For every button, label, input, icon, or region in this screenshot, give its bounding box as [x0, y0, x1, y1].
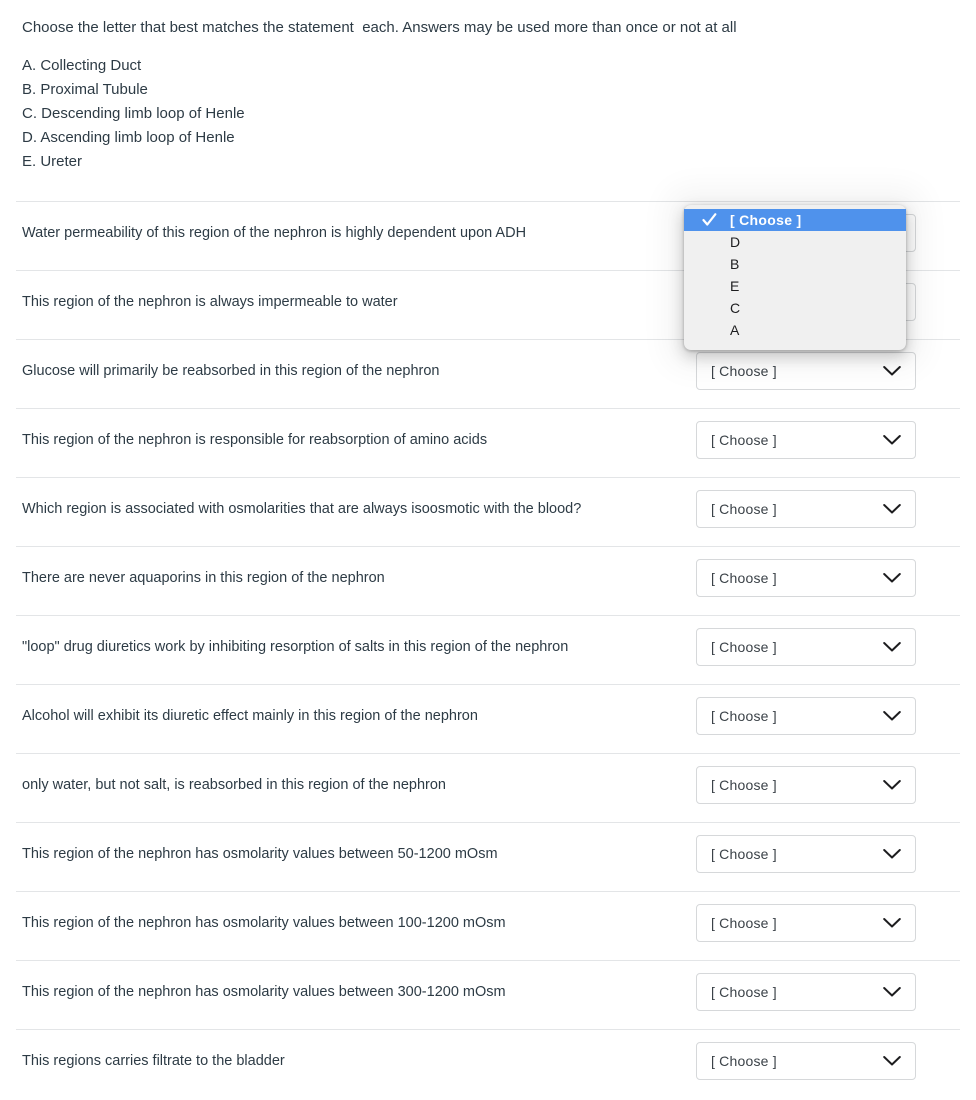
- answer-cell: [ Choose ]: [696, 685, 960, 735]
- answer-key-item-a: A. Collecting Duct: [22, 57, 142, 74]
- question-text: This region of the nephron is always imp…: [22, 294, 398, 310]
- answer-select-11[interactable]: [ Choose ]: [696, 904, 916, 942]
- dropdown-option-c[interactable]: C: [684, 297, 906, 319]
- answer-key-item-e: E. Ureter: [22, 153, 83, 170]
- dropdown-option-label: D: [730, 234, 741, 250]
- question-text: This region of the nephron has osmolarit…: [22, 915, 506, 931]
- question-text: "loop" drug diuretics work by inhibiting…: [22, 639, 569, 655]
- question-text: Water permeability of this region of the…: [22, 225, 527, 241]
- check-icon: [702, 213, 717, 228]
- question-text: This region of the nephron has osmolarit…: [22, 846, 498, 862]
- chevron-down-icon: [883, 987, 901, 998]
- chevron-down-icon: [883, 642, 901, 653]
- answer-cell: [ Choose ]: [696, 478, 960, 528]
- dropdown-option-d[interactable]: D: [684, 231, 906, 253]
- chevron-down-icon: [883, 504, 901, 515]
- answer-cell: [ Choose ]: [696, 616, 960, 666]
- dropdown-option-b[interactable]: B: [684, 253, 906, 275]
- answer-cell: [ Choose ]: [696, 754, 960, 804]
- answer-cell: [ Choose ]: [696, 409, 960, 459]
- answer-key-item-b: B. Proximal Tubule: [22, 81, 148, 98]
- dropdown-option-label: C: [730, 300, 741, 316]
- answer-select-9[interactable]: [ Choose ]: [696, 766, 916, 804]
- chevron-down-icon: [883, 366, 901, 377]
- chevron-down-icon: [883, 918, 901, 929]
- dropdown-option-a[interactable]: A: [684, 319, 906, 341]
- answer-select-3[interactable]: [ Choose ]: [696, 352, 916, 390]
- chevron-down-icon: [883, 711, 901, 722]
- chevron-down-icon: [883, 849, 901, 860]
- answer-select-13[interactable]: [ Choose ]: [696, 1042, 916, 1080]
- question-row: Alcohol will exhibit its diuretic effect…: [16, 684, 960, 753]
- answer-key-item-d: D. Ascending limb loop of Henle: [22, 129, 235, 146]
- chevron-down-icon: [883, 573, 901, 584]
- question-text: This regions carries filtrate to the bla…: [22, 1053, 285, 1069]
- dropdown-option-label: E: [730, 278, 740, 294]
- answer-select-4[interactable]: [ Choose ]: [696, 421, 916, 459]
- dropdown-option-label: [ Choose ]: [730, 212, 802, 228]
- dropdown-option-e[interactable]: E: [684, 275, 906, 297]
- answer-select-value: [ Choose ]: [711, 915, 777, 931]
- answer-select-value: [ Choose ]: [711, 984, 777, 1000]
- answer-select-value: [ Choose ]: [711, 639, 777, 655]
- answer-cell: [ Choose ]: [696, 1030, 960, 1080]
- chevron-down-icon: [883, 435, 901, 446]
- answer-select-value: [ Choose ]: [711, 501, 777, 517]
- question-text: Alcohol will exhibit its diuretic effect…: [22, 708, 478, 724]
- answer-cell: [ Choose ]: [696, 547, 960, 597]
- question-text: only water, but not salt, is reabsorbed …: [22, 777, 446, 793]
- answer-select-value: [ Choose ]: [711, 708, 777, 724]
- question-text: This region of the nephron has osmolarit…: [22, 984, 506, 1000]
- answer-cell: [ Choose ]: [696, 892, 960, 942]
- question-row: This region of the nephron has osmolarit…: [16, 960, 960, 1029]
- dropdown-option-label: A: [730, 322, 740, 338]
- question-row: This region of the nephron is responsibl…: [16, 408, 960, 477]
- question-row: This regions carries filtrate to the bla…: [16, 1029, 960, 1098]
- answer-key-item-c: C. Descending limb loop of Henle: [22, 105, 245, 122]
- answer-select-value: [ Choose ]: [711, 432, 777, 448]
- answer-select-value: [ Choose ]: [711, 777, 777, 793]
- answer-select-value: [ Choose ]: [711, 570, 777, 586]
- question-row: This region of the nephron has osmolarit…: [16, 822, 960, 891]
- question-row: There are never aquaporins in this regio…: [16, 546, 960, 615]
- answer-select-10[interactable]: [ Choose ]: [696, 835, 916, 873]
- question-text: Which region is associated with osmolari…: [22, 501, 582, 517]
- question-row: "loop" drug diuretics work by inhibiting…: [16, 615, 960, 684]
- answer-select-6[interactable]: [ Choose ]: [696, 559, 916, 597]
- question-text: Glucose will primarily be reabsorbed in …: [22, 363, 440, 379]
- answer-select-value: [ Choose ]: [711, 1053, 777, 1069]
- answer-cell: [ Choose ]: [696, 823, 960, 873]
- chevron-down-icon: [883, 780, 901, 791]
- answer-select-7[interactable]: [ Choose ]: [696, 628, 916, 666]
- answer-key-list: A. Collecting Duct B. Proximal Tubule C.…: [0, 54, 976, 174]
- question-text: There are never aquaporins in this regio…: [22, 570, 385, 586]
- answer-cell: [ Choose ]: [696, 961, 960, 1011]
- dropdown-option-label: B: [730, 256, 740, 272]
- answer-select-8[interactable]: [ Choose ]: [696, 697, 916, 735]
- answer-select-12[interactable]: [ Choose ]: [696, 973, 916, 1011]
- question-text: This region of the nephron is responsibl…: [22, 432, 488, 448]
- dropdown-popup[interactable]: [ Choose ] D B E C A: [684, 205, 906, 350]
- chevron-down-icon: [883, 1056, 901, 1067]
- dropdown-option-choose[interactable]: [ Choose ]: [684, 209, 906, 231]
- answer-select-value: [ Choose ]: [711, 363, 777, 379]
- answer-select-value: [ Choose ]: [711, 846, 777, 862]
- page-title: Choose the letter that best matches the …: [22, 19, 737, 36]
- question-row: Which region is associated with osmolari…: [16, 477, 960, 546]
- question-row: only water, but not salt, is reabsorbed …: [16, 753, 960, 822]
- question-row: This region of the nephron has osmolarit…: [16, 891, 960, 960]
- answer-select-5[interactable]: [ Choose ]: [696, 490, 916, 528]
